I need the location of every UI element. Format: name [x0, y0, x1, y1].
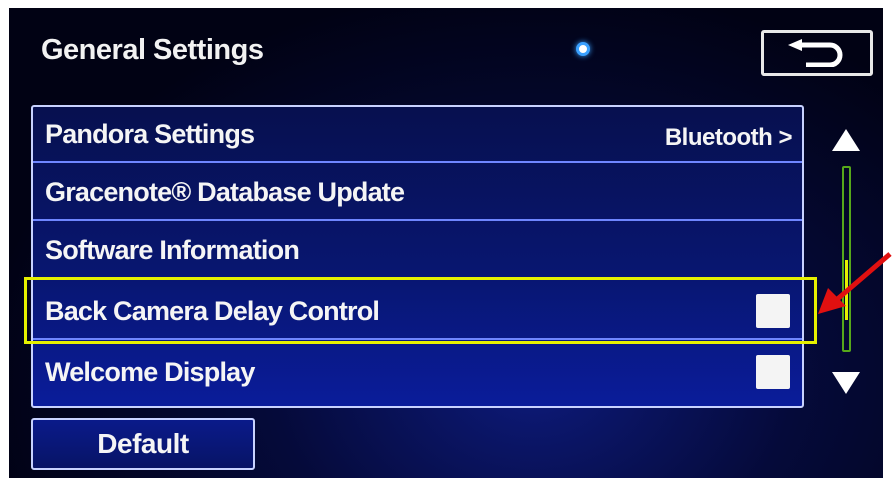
row-welcome-display[interactable]: Welcome Display: [33, 345, 802, 401]
welcome-display-checkbox[interactable]: [756, 355, 790, 389]
head-unit-screen: General Settings Pandora Settings Blueto…: [9, 8, 883, 478]
row-pandora-settings[interactable]: Pandora Settings Bluetooth >: [33, 107, 802, 163]
status-dot-icon: [576, 42, 590, 56]
row-label: Pandora Settings: [45, 119, 255, 149]
settings-list: Pandora Settings Bluetooth > Gracenote® …: [31, 105, 804, 408]
default-button[interactable]: Default: [31, 418, 255, 470]
row-software-information[interactable]: Software Information: [33, 223, 802, 279]
triangle-down-icon[interactable]: [832, 372, 860, 394]
row-label: Welcome Display: [45, 357, 255, 387]
triangle-up-icon[interactable]: [832, 129, 860, 151]
row-label: Gracenote® Database Update: [45, 177, 405, 207]
back-button[interactable]: [761, 30, 873, 76]
pointer-arrow-icon: [818, 252, 892, 314]
row-gracenote-database-update[interactable]: Gracenote® Database Update: [33, 165, 802, 221]
page-title: General Settings: [41, 34, 264, 66]
return-arrow-icon: [788, 39, 843, 67]
row-label: Software Information: [45, 235, 300, 265]
highlight-box: [24, 277, 817, 344]
row-value-bluetooth: Bluetooth >: [664, 124, 793, 151]
